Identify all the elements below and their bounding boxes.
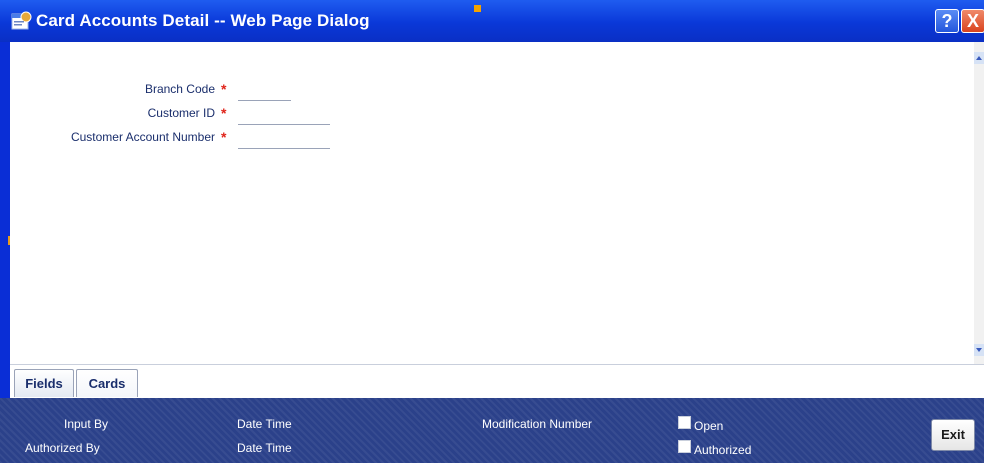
- authorized-by-label: Authorized By: [25, 441, 100, 455]
- customer-account-number-label-wrap: Customer Account Number: [10, 128, 215, 148]
- audit-footer: Input By Authorized By Date Time Date Ti…: [0, 398, 984, 463]
- customer-account-number-required-mark: *: [221, 129, 227, 145]
- customer-id-label: Customer ID: [147, 106, 215, 120]
- form-area: Branch Code * Customer ID * Customer Acc…: [10, 42, 974, 364]
- resize-handle-top[interactable]: [474, 5, 481, 12]
- open-label: Open: [694, 419, 724, 433]
- close-button[interactable]: X: [961, 9, 984, 33]
- date-time-label-1: Date Time: [237, 417, 292, 431]
- branch-code-required-mark: *: [221, 81, 227, 97]
- customer-id-label-wrap: Customer ID: [10, 104, 215, 124]
- exit-button[interactable]: Exit: [931, 419, 975, 451]
- dialog-window: Card Accounts Detail -- Web Page Dialog …: [0, 0, 984, 463]
- tab-fields[interactable]: Fields: [14, 369, 74, 397]
- scroll-up-arrow-icon[interactable]: [974, 52, 984, 64]
- page-dialog-icon: [11, 11, 32, 30]
- scroll-down-arrow-icon[interactable]: [974, 344, 984, 356]
- tab-cards[interactable]: Cards: [76, 369, 138, 397]
- authorized-checkbox[interactable]: [678, 440, 691, 453]
- customer-id-required-mark: *: [221, 105, 227, 121]
- authorized-label: Authorized: [694, 443, 752, 457]
- customer-id-input[interactable]: [238, 107, 330, 125]
- tab-bar: Fields Cards: [10, 364, 984, 399]
- window-title: Card Accounts Detail -- Web Page Dialog: [36, 11, 370, 30]
- branch-code-label-wrap: Branch Code: [10, 80, 215, 100]
- vertical-scrollbar[interactable]: [974, 42, 984, 364]
- customer-account-number-input[interactable]: [238, 131, 330, 149]
- branch-code-input[interactable]: [238, 83, 291, 101]
- help-button[interactable]: ?: [935, 9, 959, 33]
- open-checkbox[interactable]: [678, 416, 691, 429]
- branch-code-label: Branch Code: [144, 82, 215, 96]
- customer-account-number-label: Customer Account Number: [70, 130, 215, 144]
- modification-number-label: Modification Number: [482, 417, 593, 431]
- date-time-label-2: Date Time: [237, 441, 292, 455]
- title-bar[interactable]: Card Accounts Detail -- Web Page Dialog …: [0, 0, 984, 42]
- input-by-label: Input By: [64, 417, 109, 431]
